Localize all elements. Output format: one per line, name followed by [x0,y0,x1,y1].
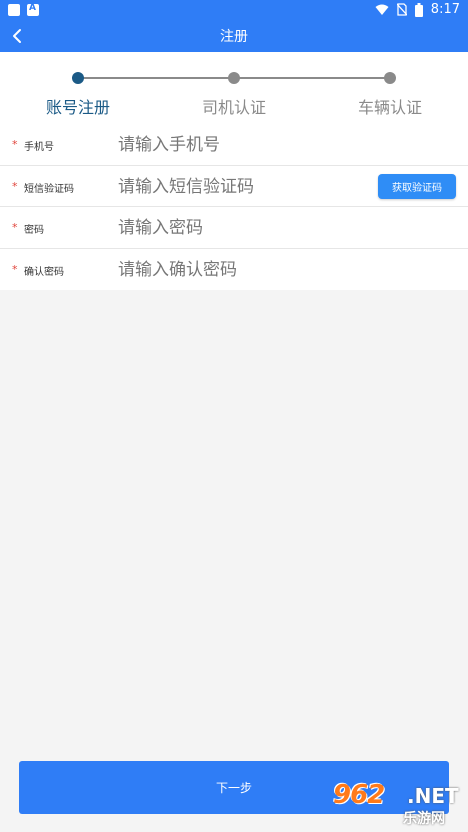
app-notification-icon [27,3,39,16]
step-connector [78,77,234,79]
required-mark: * [12,221,18,234]
no-sim-icon [396,3,407,16]
required-mark: * [12,138,18,151]
status-time: 8:17 [430,2,460,17]
battery-icon [414,2,423,17]
phone-input[interactable] [118,131,368,159]
required-mark: * [12,179,18,193]
step-label-account: 账号注册 [45,98,110,117]
wifi-icon [375,4,389,15]
confirm-password-row: * 确认密码 [0,249,468,291]
registration-form: * 手机号 * 短信验证码 获取验证码 * 密码 * 确认密码 [0,124,468,290]
required-mark: * [12,262,18,276]
sms-code-row: * 短信验证码 获取验证码 [0,166,468,207]
step-label-vehicle: 车辆认证 [357,98,422,117]
password-input[interactable] [118,214,368,242]
password-label: 密码 [24,225,44,236]
step-label-driver: 司机认证 [201,98,266,117]
watermark-number: 962 [333,780,385,810]
notification-icon [8,4,20,16]
step-connector [234,77,390,79]
sms-code-input[interactable] [118,172,368,201]
confirm-password-label: 确认密码 [24,266,64,278]
phone-label: 手机号 [24,142,54,153]
title-bar: 注册 [0,20,468,52]
password-row: * 密码 [0,207,468,249]
page-title: 注册 [220,29,248,45]
sms-code-label: 短信验证码 [24,183,74,195]
watermark-logo: 962 .NET 乐游网 [333,780,465,828]
step-dot-vehicle [384,72,396,84]
watermark-text: 乐游网 [403,811,445,827]
get-code-button[interactable]: 获取验证码 [378,173,456,199]
watermark-suffix: .NET [407,784,459,808]
step-dot-account [72,72,84,84]
phone-row: * 手机号 [0,124,468,166]
confirm-password-input[interactable] [118,255,368,284]
step-dot-driver [228,72,240,84]
step-progress: 账号注册 司机认证 车辆认证 [0,52,468,124]
status-bar: 8:17 [0,0,468,20]
